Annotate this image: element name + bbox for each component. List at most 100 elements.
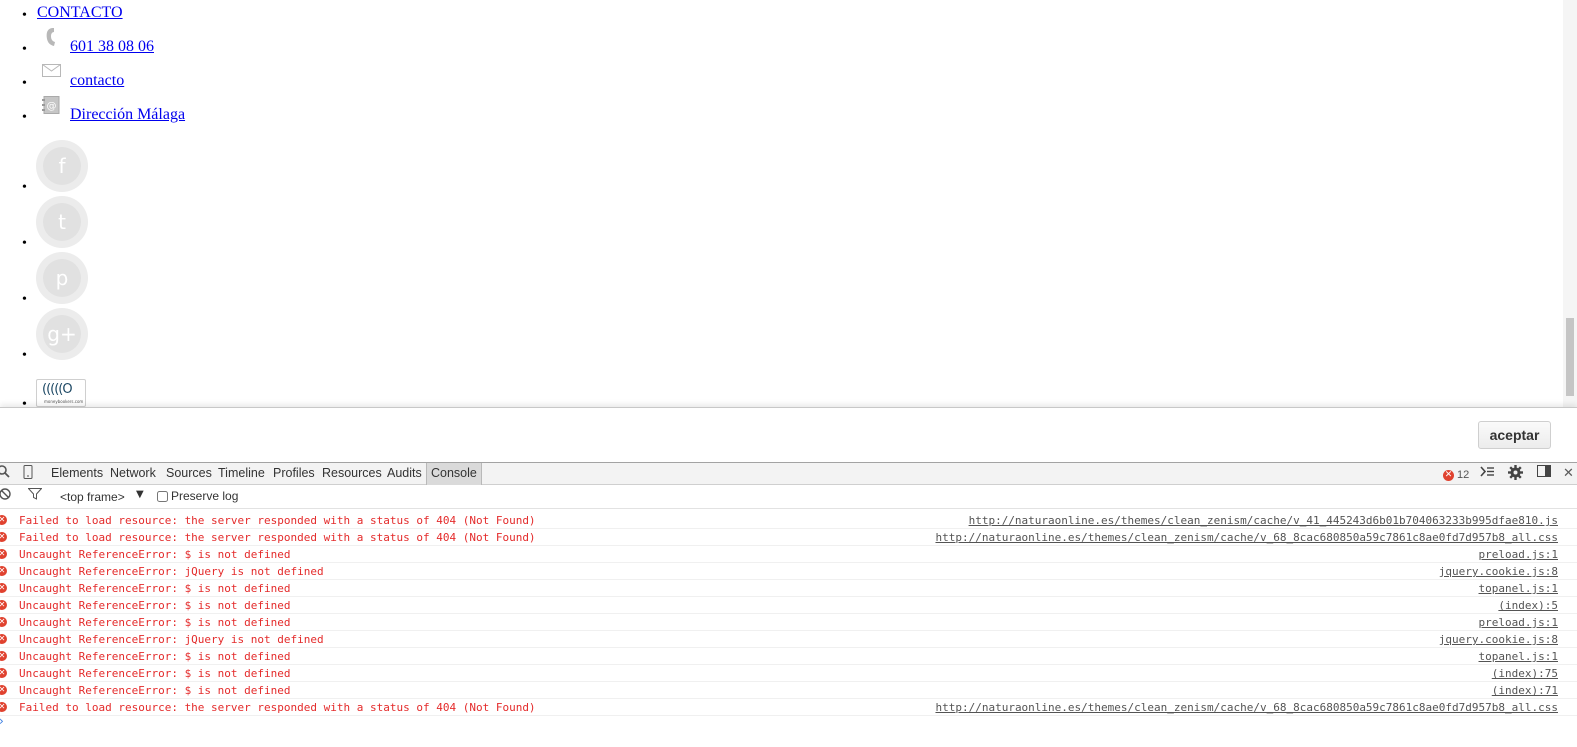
tab-network[interactable]: Network [106,463,160,485]
error-icon: ✕ [1443,469,1454,481]
console-message-source-link[interactable]: (index):71 [1492,683,1558,698]
envelope-icon [42,64,61,82]
console-message-text: Uncaught ReferenceError: jQuery is not d… [19,633,324,646]
tab-profiles[interactable]: Profiles [269,463,319,485]
console-prompt[interactable]: › [0,714,4,728]
tab-elements[interactable]: Elements [47,463,107,485]
accept-button[interactable]: aceptar [1478,421,1551,449]
console-message-text: Uncaught ReferenceError: $ is not define… [19,582,291,595]
twitter-icon: t [43,203,81,241]
console-message-text: Uncaught ReferenceError: $ is not define… [19,548,291,561]
list-bullet: • [22,236,27,251]
error-icon: ✕ [0,566,7,576]
list-item: • p [0,252,120,308]
console-message-text: Uncaught ReferenceError: $ is not define… [19,616,291,629]
address-link[interactable]: Dirección Málaga [70,106,185,124]
list-item: • f [0,140,120,196]
error-icon: ✕ [0,634,7,644]
console-filter-bar: <top frame> ▼ Preserve log [0,485,1577,509]
console-message-row: ✕ Uncaught ReferenceError: $ is not defin… [0,682,1577,699]
preserve-log-checkbox[interactable] [157,491,168,503]
list-item: • 601 38 08 06 [0,28,300,62]
console-message-source-link[interactable]: jquery.cookie.js:8 [1439,564,1558,579]
console-message-text: Failed to load resource: the server resp… [19,701,536,714]
console-message-source-link[interactable]: topanel.js:1 [1479,649,1558,664]
console-message-source-link[interactable]: preload.js:1 [1479,547,1558,562]
error-icon: ✕ [0,515,7,525]
tab-audits[interactable]: Audits [383,463,426,485]
console-message-source-link[interactable]: (index):75 [1492,666,1558,681]
console-message-text: Uncaught ReferenceError: $ is not define… [19,667,291,680]
error-icon: ✕ [0,532,7,542]
console-message-row: ✕ Uncaught ReferenceError: jQuery is not … [0,631,1577,648]
console-message-row: ✕ Uncaught ReferenceError: jQuery is not … [0,563,1577,580]
moneybookers-logo-icon: (((((O [42,382,73,397]
console-message-row: ✕ Uncaught ReferenceError: $ is not defin… [0,597,1577,614]
contact-link[interactable]: CONTACTO [37,4,123,22]
email-link[interactable]: contacto [70,72,124,90]
console-message-source-link[interactable]: http://naturaonline.es/themes/clean_zeni… [935,530,1558,545]
phone-icon [46,28,56,51]
console-message-source-link[interactable]: topanel.js:1 [1479,581,1558,596]
googleplus-button[interactable]: g+ [36,308,88,360]
tab-sources[interactable]: Sources [162,463,216,485]
console-message-source-link[interactable]: http://naturaonline.es/themes/clean_zeni… [935,700,1558,715]
clear-console-icon[interactable] [0,488,11,506]
error-icon: ✕ [0,702,7,712]
list-bullet: • [22,110,27,125]
tab-timeline[interactable]: Timeline [214,463,269,485]
settings-gear-icon[interactable] [1508,465,1523,486]
console-message-row: ✕ Uncaught ReferenceError: $ is not defin… [0,580,1577,597]
list-bullet: • [22,180,27,195]
phone-link[interactable]: 601 38 08 06 [70,38,154,56]
twitter-button[interactable]: t [36,196,88,248]
error-count: 12 [1457,469,1470,481]
page-scrollbar[interactable] [1563,0,1577,408]
console-message-row: ✕ Uncaught ReferenceError: $ is not defin… [0,648,1577,665]
filter-icon[interactable] [27,488,43,506]
console-message-row: ✕ Failed to load resource: the server res… [0,529,1577,546]
list-bullet: • [22,76,27,91]
console-message-source-link[interactable]: (index):5 [1498,598,1558,613]
googleplus-icon: g+ [43,315,81,353]
tab-console[interactable]: Console [426,463,482,485]
list-item: • CONTACTO [0,0,300,30]
show-drawer-icon[interactable] [1480,465,1495,484]
dock-side-icon[interactable] [1537,465,1551,483]
scrollbar-thumb[interactable] [1566,318,1574,396]
console-message-row: ✕ Uncaught ReferenceError: $ is not defin… [0,665,1577,682]
device-mode-icon[interactable] [23,465,33,485]
moneybookers-badge[interactable]: (((((O moneybookers.com [36,379,86,407]
address-book-icon: @ [42,96,60,119]
console-message-text: Uncaught ReferenceError: $ is not define… [19,599,291,612]
chevron-down-icon[interactable]: ▼ [136,489,144,500]
svg-text:@: @ [47,101,57,112]
console-message-row: ✕ Uncaught ReferenceError: $ is not defin… [0,614,1577,631]
list-bullet: • [22,8,27,23]
console-messages: ✕ Failed to load resource: the server res… [0,512,1577,716]
console-message-text: Uncaught ReferenceError: $ is not define… [19,650,291,663]
console-message-source-link[interactable]: jquery.cookie.js:8 [1439,632,1558,647]
error-icon: ✕ [0,651,7,661]
list-item: • t [0,196,120,252]
error-icon: ✕ [0,617,7,627]
pinterest-icon: p [43,259,81,297]
moneybookers-badge-text: moneybookers.com [44,399,84,404]
error-count-badge[interactable]: ✕ 12 [1443,468,1469,482]
tab-resources[interactable]: Resources [318,463,386,485]
list-bullet: • [22,292,27,307]
close-devtools-icon[interactable]: ✕ [1563,465,1574,483]
facebook-button[interactable]: f [36,140,88,192]
console-message-source-link[interactable]: http://naturaonline.es/themes/clean_zeni… [969,513,1558,528]
error-icon: ✕ [0,600,7,610]
inspect-search-icon[interactable] [0,465,10,484]
frame-selector[interactable]: <top frame> [60,490,125,504]
devtools-toolbar: Elements Network Sources Timeline Profil… [0,462,1577,485]
error-icon: ✕ [0,685,7,695]
pinterest-button[interactable]: p [36,252,88,304]
list-item: • @ Dirección Málaga [0,96,300,130]
preserve-log-toggle[interactable]: Preserve log [157,489,238,503]
console-message-row: ✕ Failed to load resource: the server res… [0,512,1577,529]
error-icon: ✕ [0,549,7,559]
console-message-source-link[interactable]: preload.js:1 [1479,615,1558,630]
